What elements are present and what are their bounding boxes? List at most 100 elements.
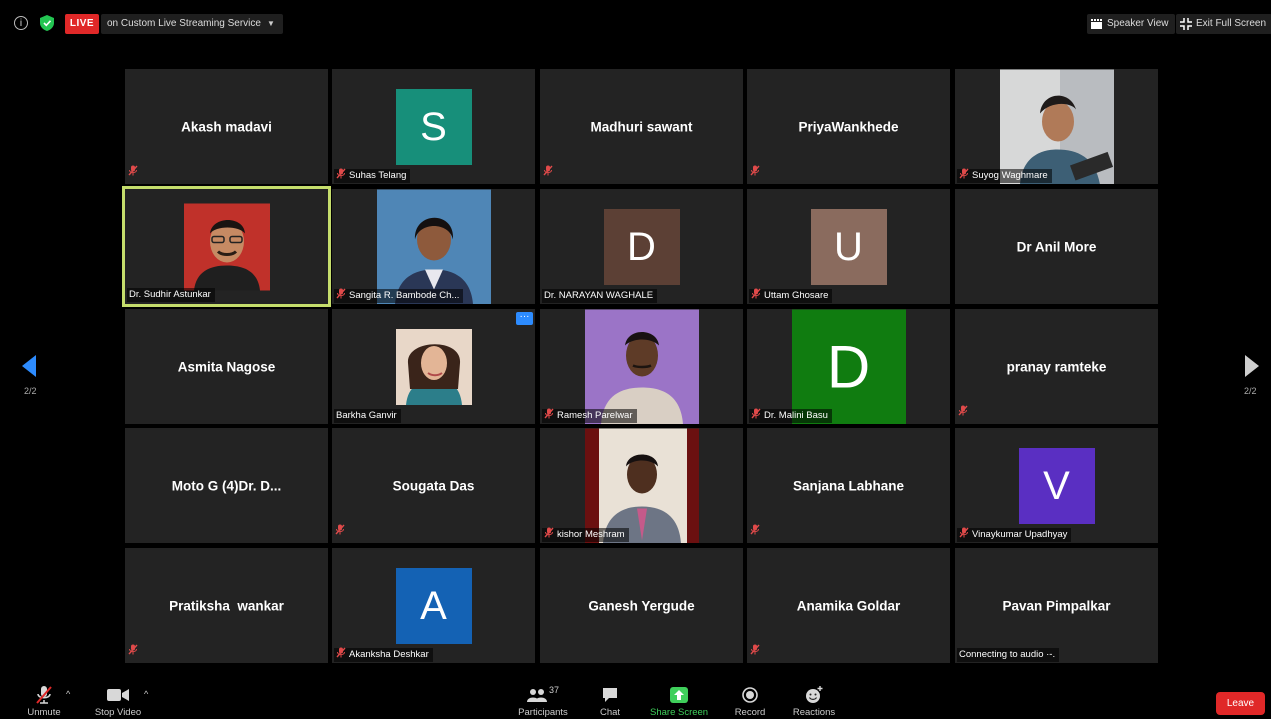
shield-icon[interactable]	[40, 15, 54, 31]
speaker-view-button[interactable]: Speaker View	[1087, 14, 1175, 34]
next-page-arrow-icon[interactable]	[1243, 355, 1259, 377]
participant-video-photo	[584, 428, 699, 543]
avatar: D	[791, 309, 906, 424]
participant-tile[interactable]: Madhuri sawant	[540, 69, 743, 184]
audio-options-caret-icon[interactable]: ^	[66, 689, 70, 699]
participant-tile[interactable]: ··· Barkha Ganvir	[332, 309, 535, 424]
participants-count: 37	[548, 685, 559, 695]
speaker-view-icon	[1091, 19, 1102, 29]
participant-label-text: Akanksha Deshkar	[349, 649, 429, 660]
participant-name: pranay ramteke	[1006, 359, 1107, 374]
participant-label-text: Vinaykumar Upadhyay	[972, 529, 1068, 540]
reactions-button[interactable]: Reactions	[791, 685, 837, 718]
exit-full-screen-button[interactable]: Exit Full Screen	[1176, 14, 1271, 34]
mic-muted-icon	[128, 642, 138, 660]
chat-label: Chat	[599, 707, 621, 718]
record-label: Record	[734, 707, 766, 718]
participant-tile[interactable]: S Suhas Telang	[332, 69, 535, 184]
share-screen-button[interactable]: Share Screen	[650, 685, 708, 718]
participant-video-photo	[183, 203, 270, 290]
participant-label: Dr. Malini Basu	[749, 408, 832, 424]
chat-button[interactable]: Chat	[596, 685, 624, 718]
mic-muted-icon	[544, 527, 554, 543]
participant-tile[interactable]: Akash madavi	[125, 69, 328, 184]
participant-tile[interactable]: Ganesh Yergude	[540, 548, 743, 663]
participant-label-text: Ramesh Parelwar	[557, 410, 633, 421]
mic-muted-icon	[336, 288, 346, 304]
speaker-view-label: Speaker View	[1107, 18, 1169, 29]
leave-button[interactable]: Leave	[1216, 692, 1265, 715]
more-options-icon[interactable]: ···	[516, 312, 533, 325]
participant-tile[interactable]: PriyaWankhede	[747, 69, 950, 184]
participant-tile[interactable]: Moto G (4)Dr. D...	[125, 428, 328, 543]
participant-name: PriyaWankhede	[798, 119, 899, 134]
participant-name: Anamika Goldar	[796, 598, 901, 613]
avatar: V	[1018, 447, 1095, 524]
mic-muted-icon	[336, 647, 346, 663]
participant-tile[interactable]: Asmita Nagose	[125, 309, 328, 424]
page-indicator-right: 2/2	[1244, 386, 1257, 396]
mic-muted-icon	[36, 686, 52, 704]
share-screen-icon	[670, 687, 688, 703]
exit-full-screen-label: Exit Full Screen	[1196, 18, 1267, 29]
participant-label: Connecting to audio ·-.	[957, 648, 1060, 662]
stream-service-label: on Custom Live Streaming Service	[107, 18, 261, 29]
meeting-toolbar: Unmute ^ Stop Video ^ 37 Participants Ch	[0, 677, 1271, 719]
participant-tile[interactable]: Ramesh Parelwar	[540, 309, 743, 424]
participant-tile[interactable]: D Dr. NARAYAN WAGHALE	[540, 189, 743, 304]
participant-video-photo	[395, 328, 472, 405]
participant-tile[interactable]: Pavan Pimpalkar Connecting to audio ·-.	[955, 548, 1158, 663]
participant-name: Pratiksha wankar	[169, 598, 284, 613]
participant-name: Moto G (4)Dr. D...	[171, 478, 282, 493]
participant-tile[interactable]: D Dr. Malini Basu	[747, 309, 950, 424]
participant-tile[interactable]: Pratiksha wankar	[125, 548, 328, 663]
participant-label-text: Barkha Ganvir	[336, 410, 397, 421]
record-icon	[742, 687, 758, 703]
video-options-caret-icon[interactable]: ^	[144, 689, 148, 699]
participant-name: Asmita Nagose	[177, 359, 276, 374]
participant-tile[interactable]: pranay ramteke	[955, 309, 1158, 424]
avatar: A	[395, 567, 472, 644]
participants-icon	[526, 689, 547, 702]
avatar: U	[810, 208, 887, 285]
record-button[interactable]: Record	[733, 685, 767, 718]
mic-muted-icon	[543, 163, 553, 181]
participant-tile[interactable]: Suyog Waghmare	[955, 69, 1158, 184]
info-icon[interactable]: i	[14, 16, 28, 30]
participant-label: Barkha Ganvir	[334, 409, 401, 423]
participant-label: kishor Meshram	[542, 527, 629, 543]
stop-video-button[interactable]: Stop Video	[92, 685, 144, 718]
share-screen-label: Share Screen	[650, 707, 709, 718]
reactions-smiley-icon	[806, 686, 823, 703]
participant-label-text: Dr. Sudhir Astunkar	[129, 289, 211, 300]
participant-tile[interactable]: Sanjana Labhane	[747, 428, 950, 543]
participant-tile[interactable]: kishor Meshram	[540, 428, 743, 543]
top-bar: i LIVE on Custom Live Streaming Service ▼…	[0, 0, 1271, 48]
mic-muted-icon	[751, 408, 761, 424]
participant-tile[interactable]: V Vinaykumar Upadhyay	[955, 428, 1158, 543]
participant-tile[interactable]: Sougata Das	[332, 428, 535, 543]
mic-muted-icon	[544, 408, 554, 424]
participant-tile[interactable]: A Akanksha Deshkar	[332, 548, 535, 663]
mic-muted-icon	[335, 522, 345, 540]
mic-muted-icon	[128, 163, 138, 181]
participant-name: Sougata Das	[392, 478, 475, 493]
participant-tile[interactable]: Sangita R. Bambode Ch...	[332, 189, 535, 304]
participant-name: Ganesh Yergude	[588, 598, 695, 613]
participant-tile[interactable]: U Uttam Ghosare	[747, 189, 950, 304]
previous-page-arrow-icon[interactable]	[22, 355, 38, 377]
participant-tile-active-speaker[interactable]: Dr. Sudhir Astunkar	[122, 186, 331, 307]
mic-muted-icon	[959, 168, 969, 184]
unmute-label: Unmute	[27, 707, 61, 718]
stream-service-dropdown[interactable]: on Custom Live Streaming Service ▼	[101, 14, 283, 34]
participants-button[interactable]: 37 Participants	[516, 685, 570, 718]
page-indicator-left: 2/2	[24, 386, 37, 396]
live-badge[interactable]: LIVE	[65, 14, 99, 34]
participant-tile[interactable]: Dr Anil More	[955, 189, 1158, 304]
participant-grid: Akash madavi S Suhas Telang Madhuri sawa…	[122, 69, 1159, 663]
participant-name: Dr Anil More	[1016, 239, 1097, 254]
unmute-button[interactable]: Unmute	[24, 685, 64, 718]
participant-tile[interactable]: Anamika Goldar	[747, 548, 950, 663]
participant-label: Suhas Telang	[334, 168, 411, 183]
participant-video-photo	[584, 309, 699, 424]
